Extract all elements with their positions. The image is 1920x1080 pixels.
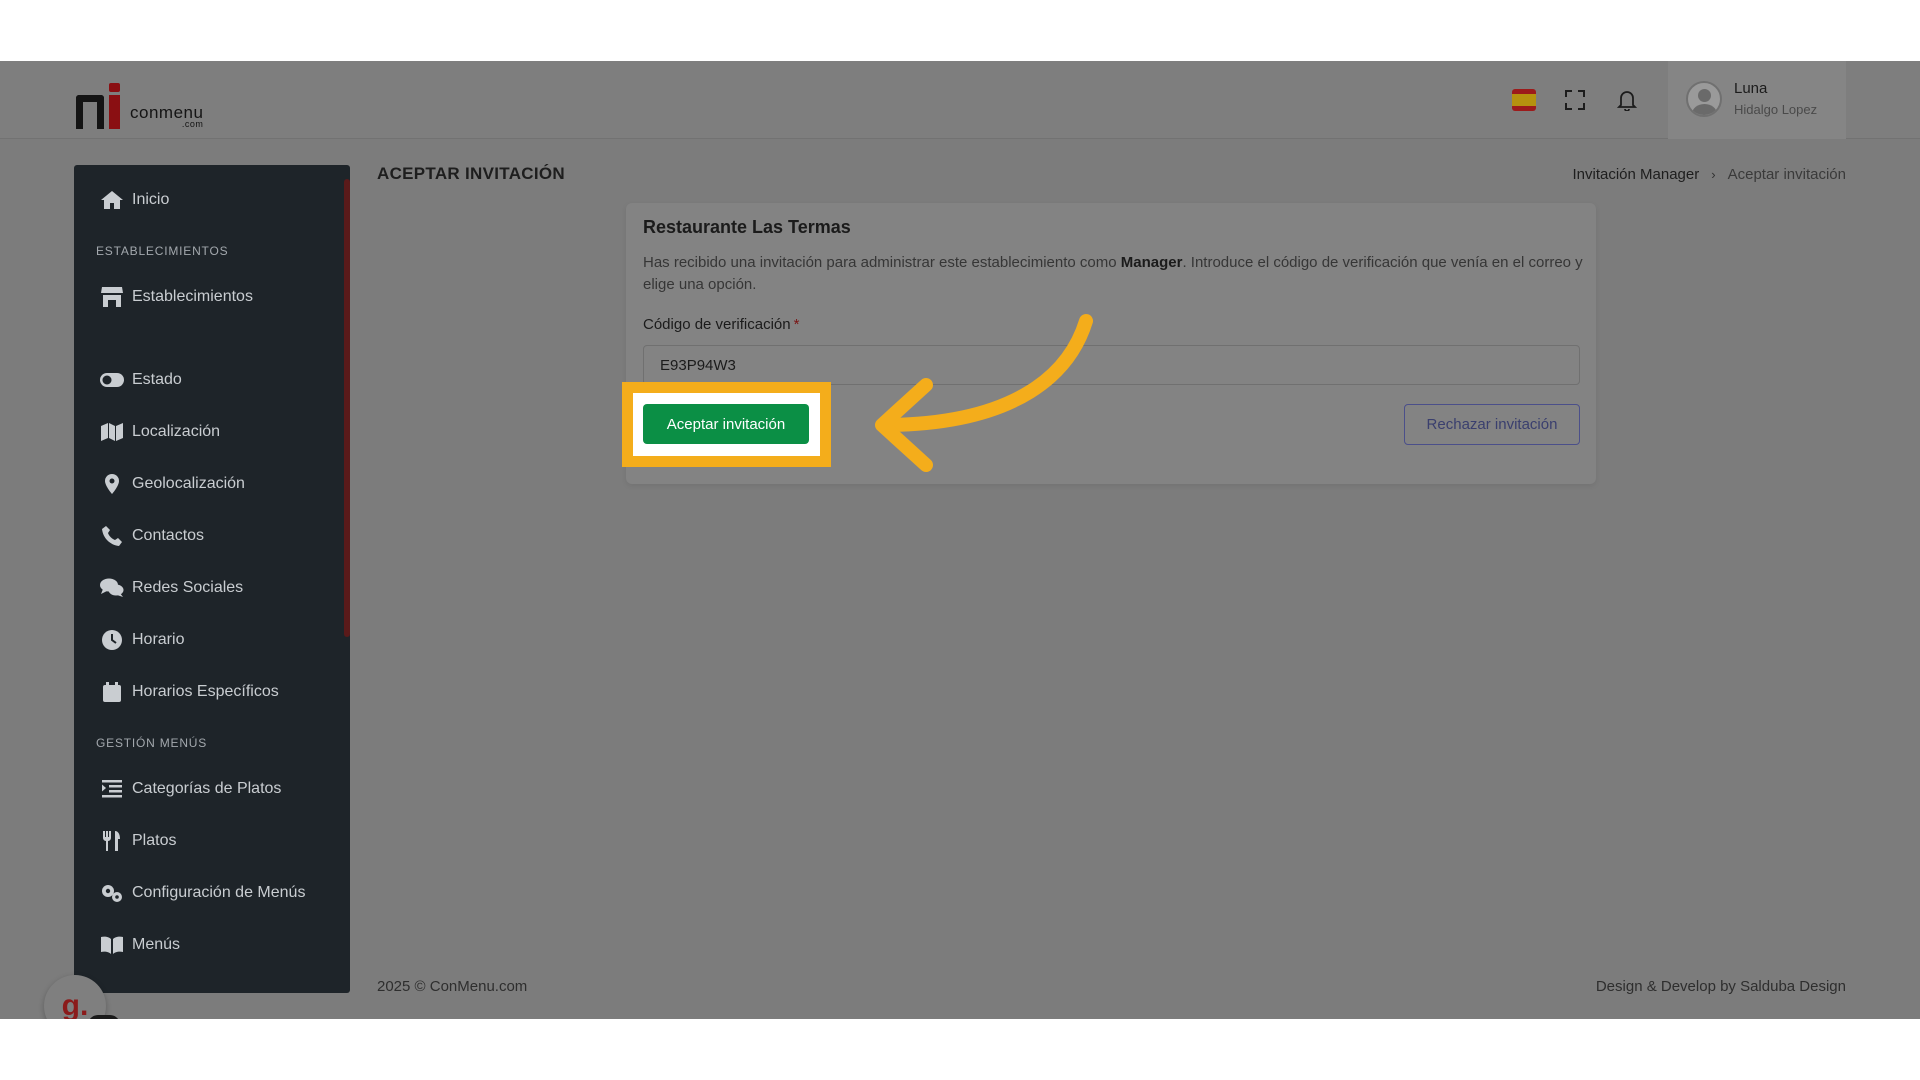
spain-flag-icon[interactable] (1512, 89, 1536, 111)
sidebar-item-redes-sociales[interactable]: Redes Sociales (74, 568, 344, 608)
user-name: Luna (1734, 80, 1768, 97)
logo-mark (76, 81, 124, 129)
map-icon (100, 422, 124, 442)
utensils-icon (100, 831, 124, 851)
user-surname: Hidalgo Lopez (1734, 102, 1818, 117)
sidebar: Inicio ESTABLECIMIENTOS Establecimientos… (74, 165, 350, 993)
clock-icon (100, 630, 124, 650)
sidebar-item-inicio[interactable]: Inicio (74, 180, 344, 220)
sidebar-item-label: Configuración de Menús (132, 884, 306, 901)
sidebar-item-geolocalizacion[interactable]: Geolocalización (74, 464, 344, 504)
map-pin-icon (100, 474, 124, 494)
page-title: ACEPTAR INVITACIÓN (377, 164, 565, 183)
gears-icon (100, 883, 124, 903)
g-widget-letter: g. (61, 989, 89, 1019)
verification-code-label-text: Código de verificación (643, 316, 791, 333)
toggle-icon (100, 370, 124, 390)
g-widget-badge: 53 (88, 1015, 120, 1019)
description-role: Manager (1120, 254, 1183, 271)
invitation-description: Has recibido una invitación para adminis… (643, 252, 1583, 296)
sidebar-item-label: Inicio (132, 191, 170, 208)
avatar (1686, 81, 1722, 117)
user-menu[interactable]: Luna Hidalgo Lopez (1668, 61, 1846, 139)
book-icon (100, 935, 124, 955)
sidebar-item-localizacion[interactable]: Localización (74, 412, 344, 452)
sidebar-item-categorias-de-platos[interactable]: Categorías de Platos (74, 769, 344, 809)
sidebar-item-label: Platos (132, 832, 177, 849)
sidebar-item-label: Establecimientos (132, 288, 253, 305)
sidebar-item-label: Categorías de Platos (132, 780, 282, 797)
description-text-start: Has recibido una invitación para adminis… (643, 254, 1121, 271)
calendar-icon (100, 682, 124, 702)
sidebar-section-gestion-menus: GESTIÓN MENÚS (96, 736, 208, 750)
sidebar-item-label: Localización (132, 423, 221, 440)
bell-icon[interactable] (1614, 87, 1640, 113)
phone-icon (100, 526, 124, 546)
logo-wordmark: conmenu .com (130, 103, 203, 129)
sidebar-item-horarios-especificos[interactable]: Horarios Específicos (74, 672, 344, 712)
list-indent-icon (100, 779, 124, 799)
sidebar-scrollbar[interactable] (344, 179, 350, 637)
restaurant-name: Restaurante Las Termas (643, 217, 851, 237)
pointer-arrow (875, 314, 1093, 472)
sidebar-section-establecimientos: ESTABLECIMIENTOS (96, 244, 229, 258)
sidebar-item-configuracion-de-menus[interactable]: Configuración de Menús (74, 873, 344, 913)
sidebar-item-label: Horarios Específicos (132, 683, 279, 700)
sidebar-item-platos[interactable]: Platos (74, 821, 344, 861)
accept-invitation-button[interactable]: Aceptar invitación (643, 404, 809, 444)
sidebar-item-label: Estado (132, 371, 182, 388)
sidebar-item-label: Geolocalización (132, 475, 245, 492)
conmenu-logo[interactable]: conmenu .com (76, 75, 236, 129)
breadcrumb-separator: › (1711, 167, 1716, 182)
top-bar: conmenu .com Luna Hidalgo Lopez (0, 61, 1920, 139)
sidebar-item-menus[interactable]: Menús (74, 925, 344, 965)
footer-copyright: 2025 © ConMenu.com (377, 978, 528, 995)
store-icon (100, 287, 124, 307)
sidebar-item-contactos[interactable]: Contactos (74, 516, 344, 556)
fullscreen-icon[interactable] (1562, 87, 1588, 113)
sidebar-item-label: Redes Sociales (132, 579, 244, 596)
sidebar-item-label: Menús (132, 936, 181, 953)
breadcrumb: Invitación Manager › Aceptar invitación (1573, 166, 1847, 183)
reject-invitation-button[interactable]: Rechazar invitación (1404, 404, 1580, 445)
app-screen: conmenu .com Luna Hidalgo Lopez Inicio E… (0, 61, 1920, 1019)
home-icon (100, 190, 124, 210)
footer-credits: Design & Develop by Salduba Design (1595, 978, 1846, 995)
verification-code-label: Código de verificación * (643, 316, 799, 333)
verification-code-input[interactable] (643, 345, 1580, 385)
sidebar-item-establecimientos[interactable]: Establecimientos (74, 277, 344, 317)
chat-icon (100, 578, 124, 598)
sidebar-item-horario[interactable]: Horario (74, 620, 344, 660)
required-marker: * (793, 316, 800, 333)
sidebar-item-estado[interactable]: Estado (74, 360, 344, 400)
breadcrumb-invitacion-manager[interactable]: Invitación Manager (1573, 166, 1700, 183)
sidebar-item-label: Contactos (132, 527, 205, 544)
logo-suffix: .com (181, 119, 204, 129)
sidebar-item-label: Horario (132, 631, 185, 648)
breadcrumb-current: Aceptar invitación (1727, 166, 1846, 183)
